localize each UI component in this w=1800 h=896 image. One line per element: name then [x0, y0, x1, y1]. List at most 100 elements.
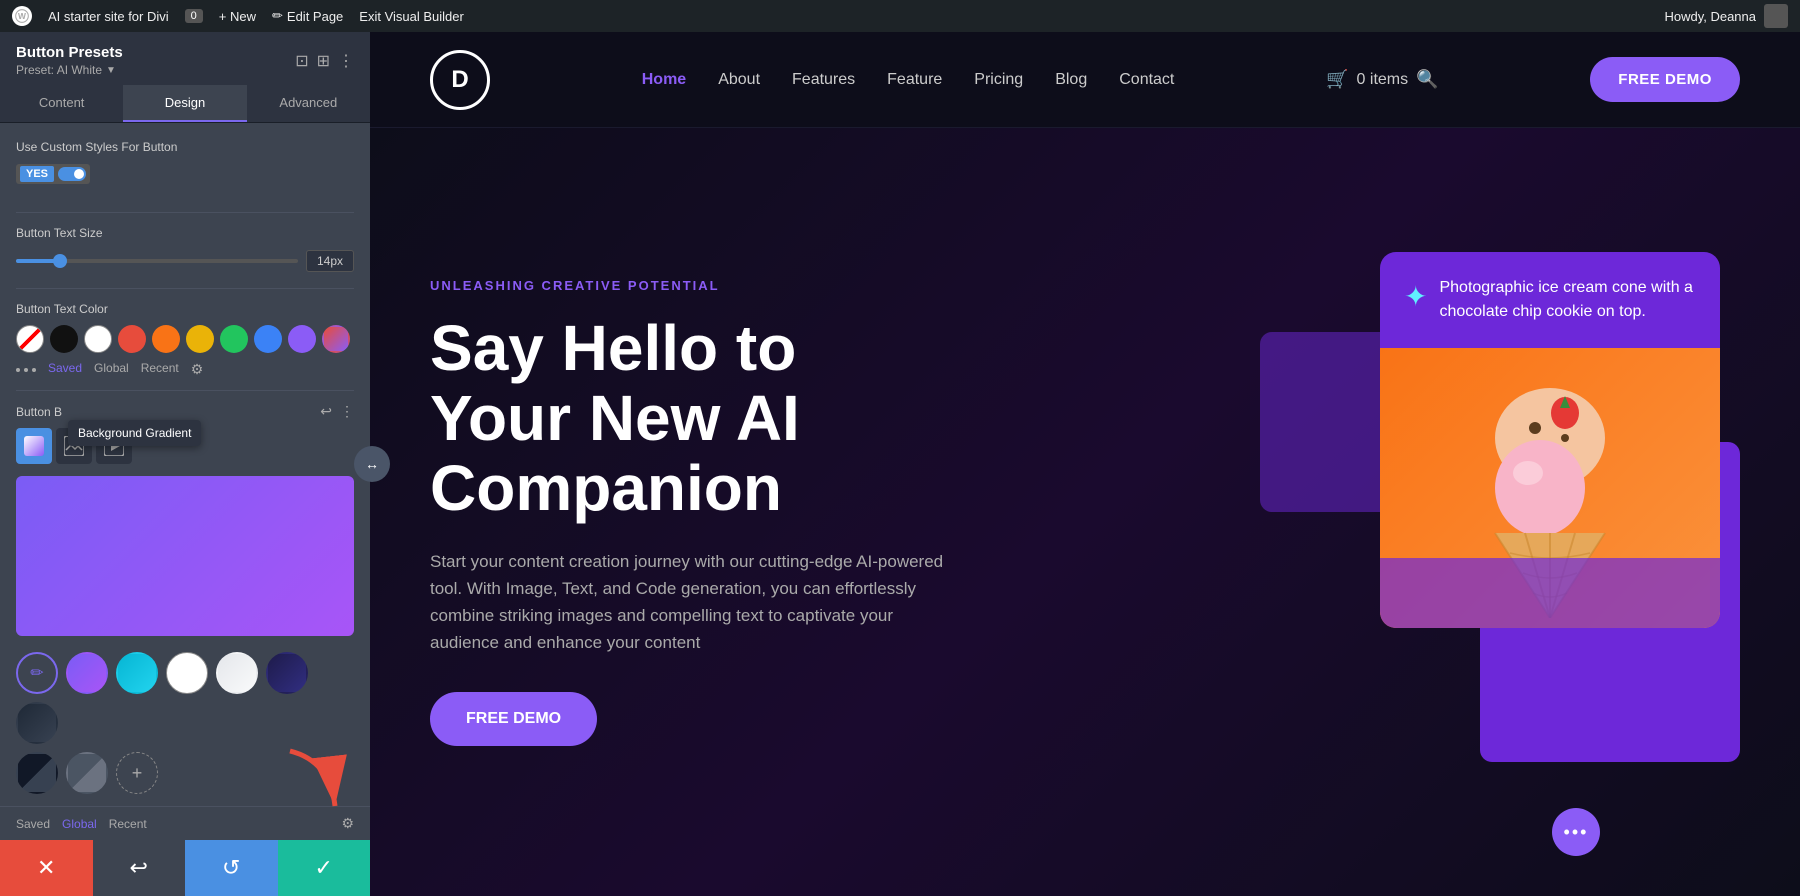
- site-name-link[interactable]: AI starter site for Divi: [48, 9, 169, 24]
- color-settings-icon[interactable]: ⚙: [191, 361, 204, 378]
- new-content-link[interactable]: + New: [219, 9, 256, 24]
- bottom-tab-global[interactable]: Global: [62, 817, 97, 831]
- color-tab-global[interactable]: Global: [94, 361, 129, 378]
- chevron-down-icon: ▼: [106, 65, 116, 76]
- preset-swatch-dark[interactable]: [16, 702, 58, 744]
- section-divider-1: [16, 212, 354, 213]
- nav-features[interactable]: Features: [792, 71, 855, 89]
- confirm-button[interactable]: ✓: [278, 840, 371, 896]
- preset-selector[interactable]: Preset: AI White ▼: [16, 63, 123, 77]
- tab-design[interactable]: Design: [123, 85, 246, 122]
- exit-vb-link[interactable]: Exit Visual Builder: [359, 9, 464, 24]
- preset-label-text: Preset: AI White: [16, 63, 102, 77]
- preset-swatch-white[interactable]: [166, 652, 208, 694]
- button-text-size-label: Button Text Size: [16, 225, 354, 242]
- minimize-icon[interactable]: ⊡: [295, 51, 308, 71]
- gradient-preview[interactable]: [16, 476, 354, 636]
- ai-card: ✦ Photographic ice cream cone with a cho…: [1380, 252, 1720, 628]
- preset-swatch-add[interactable]: +: [116, 752, 158, 794]
- left-panel: Button Presets Preset: AI White ▼ ⊡ ⊞ ⋮ …: [0, 32, 370, 896]
- color-white-swatch[interactable]: [84, 325, 112, 353]
- redo-icon: ↺: [222, 855, 240, 881]
- preset-swatch-darkpurple[interactable]: [266, 652, 308, 694]
- panel-toggle-arrow[interactable]: ↔: [354, 446, 390, 482]
- color-red-swatch[interactable]: [118, 325, 146, 353]
- color-black-swatch[interactable]: [50, 325, 78, 353]
- svg-text:W: W: [18, 11, 26, 21]
- user-greeting: Howdy, Deanna: [1664, 9, 1756, 24]
- slider-thumb[interactable]: [53, 254, 67, 268]
- hero-title: Say Hello to Your New AI Companion: [430, 313, 1260, 524]
- admin-bar-right: Howdy, Deanna: [1664, 4, 1788, 28]
- preset-pencil-swatch[interactable]: ✏: [16, 652, 58, 694]
- ai-card-header: ✦ Photographic ice cream cone with a cho…: [1380, 252, 1720, 348]
- slider-fill: [16, 259, 58, 263]
- bottom-tab-recent[interactable]: Recent: [109, 817, 147, 831]
- button-bg-label: Button B Background Gradient ↩ ⋮: [16, 403, 354, 420]
- free-demo-nav-button[interactable]: FREE DEMO: [1590, 57, 1740, 102]
- edit-page-link[interactable]: ✏ Edit Page: [272, 8, 343, 24]
- site-logo: D: [430, 50, 490, 110]
- color-gradient-swatch[interactable]: [322, 325, 350, 353]
- color-blue-swatch[interactable]: [254, 325, 282, 353]
- button-bg-label-text: Button B: [16, 405, 62, 419]
- more-options-button[interactable]: •••: [1552, 808, 1600, 856]
- hero-subtitle: Start your content creation journey with…: [430, 548, 950, 657]
- bottom-tab-saved[interactable]: Saved: [16, 817, 50, 831]
- split-icon[interactable]: ⊞: [317, 51, 330, 71]
- tab-advanced[interactable]: Advanced: [247, 85, 370, 122]
- comments-count[interactable]: 0: [185, 9, 203, 23]
- color-yellow-swatch[interactable]: [186, 325, 214, 353]
- nav-contact[interactable]: Contact: [1119, 71, 1174, 89]
- preset-swatch-gray2[interactable]: [66, 752, 108, 794]
- text-size-slider[interactable]: [16, 259, 298, 263]
- nav-pricing[interactable]: Pricing: [974, 71, 1023, 89]
- text-size-slider-row: 14px: [16, 250, 354, 272]
- nav-home[interactable]: Home: [642, 71, 686, 89]
- bg-type-gradient[interactable]: [16, 428, 52, 464]
- dot-3: [32, 368, 36, 372]
- sparkle-icon: ✦: [1404, 280, 1427, 313]
- tab-content[interactable]: Content: [0, 85, 123, 122]
- cart-icon[interactable]: 🛒: [1326, 69, 1348, 90]
- preset-swatch-teal[interactable]: [116, 652, 158, 694]
- undo-icon: ↩: [130, 855, 148, 881]
- toggle-handle: [58, 167, 86, 181]
- panel-header: Button Presets Preset: AI White ▼ ⊡ ⊞ ⋮: [0, 32, 370, 85]
- slider-value[interactable]: 14px: [306, 250, 354, 272]
- nav-about[interactable]: About: [718, 71, 760, 89]
- cancel-button[interactable]: ✕: [0, 840, 93, 896]
- confirm-icon: ✓: [315, 855, 333, 881]
- nav-feature[interactable]: Feature: [887, 71, 942, 89]
- hero-eyebrow: UNLEASHING CREATIVE POTENTIAL: [430, 278, 1260, 293]
- preset-swatch-dark2[interactable]: [16, 752, 58, 794]
- wp-logo-icon[interactable]: W: [12, 6, 32, 26]
- search-icon[interactable]: 🔍: [1416, 69, 1438, 90]
- redo-button[interactable]: ↺: [185, 840, 278, 896]
- custom-styles-toggle[interactable]: YES: [16, 164, 90, 184]
- color-transparent-swatch[interactable]: [16, 325, 44, 353]
- main-layout: Button Presets Preset: AI White ▼ ⊡ ⊞ ⋮ …: [0, 32, 1800, 896]
- panel-title: Button Presets: [16, 44, 123, 61]
- panel-header-icons: ⊡ ⊞ ⋮: [295, 51, 354, 71]
- preset-swatch-lightgray[interactable]: [216, 652, 258, 694]
- hero-cta-button[interactable]: FREE DEMO: [430, 692, 597, 746]
- hero-title-line1: Say Hello to: [430, 312, 796, 384]
- panel-content: Use Custom Styles For Button YES Button …: [0, 123, 370, 640]
- more-bg-icon[interactable]: ⋮: [340, 403, 354, 420]
- color-tab-saved[interactable]: Saved: [48, 361, 82, 378]
- color-purple-swatch[interactable]: [288, 325, 316, 353]
- panel-tabs: Content Design Advanced: [0, 85, 370, 123]
- preset-swatch-purple[interactable]: [66, 652, 108, 694]
- color-orange-swatch[interactable]: [152, 325, 180, 353]
- section-divider-2: [16, 288, 354, 289]
- red-arrow-indicator: [270, 741, 350, 826]
- nav-blog[interactable]: Blog: [1055, 71, 1087, 89]
- undo-button[interactable]: ↩: [93, 840, 186, 896]
- undo-bg-icon[interactable]: ↩: [320, 403, 332, 420]
- color-green-swatch[interactable]: [220, 325, 248, 353]
- more-options-icon[interactable]: ⋮: [338, 51, 354, 71]
- section-divider-3: [16, 390, 354, 391]
- hero-left: UNLEASHING CREATIVE POTENTIAL Say Hello …: [430, 278, 1260, 747]
- color-tab-recent[interactable]: Recent: [141, 361, 179, 378]
